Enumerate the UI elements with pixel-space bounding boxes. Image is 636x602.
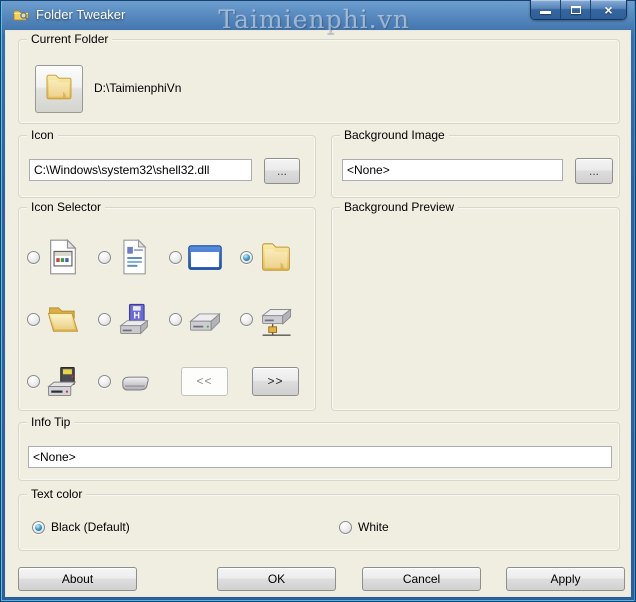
hdd-floppy-icon: H	[114, 299, 154, 339]
icon-option-folder-closed-icon[interactable]	[240, 226, 311, 288]
radio-document-icon[interactable]	[98, 250, 111, 264]
maximize-icon	[570, 5, 581, 14]
text-color-option-black[interactable]: Black (Default)	[32, 520, 130, 534]
window-icon	[185, 237, 225, 277]
icon-option-removable-drive-icon[interactable]	[98, 350, 169, 412]
removable-drive-icon	[114, 361, 154, 401]
folder-open-icon	[43, 299, 83, 339]
current-folder-path: D:\TaimienphiVn	[94, 81, 182, 95]
maximize-button[interactable]	[561, 0, 591, 19]
background-image-group: Background Image ...	[331, 128, 620, 198]
current-folder-group: Current Folder D:\TaimienphiVn	[18, 32, 620, 124]
prev-icons-cell: <<	[169, 350, 240, 412]
radio-window-icon[interactable]	[169, 250, 182, 264]
cancel-button[interactable]: Cancel	[362, 567, 481, 591]
minimize-button[interactable]	[531, 0, 561, 19]
background-preview-label: Background Preview	[340, 200, 459, 214]
radio-network-drive-icon[interactable]	[240, 312, 253, 326]
close-icon: ×	[604, 1, 613, 18]
icon-selector-label: Icon Selector	[27, 200, 106, 214]
radio-folder-closed-icon[interactable]	[240, 250, 253, 264]
prev-icons-button[interactable]: <<	[181, 366, 228, 396]
floppy-drive-icon	[43, 361, 83, 401]
icon-browse-button[interactable]: ...	[264, 158, 300, 184]
background-image-browse-button[interactable]: ...	[575, 158, 613, 184]
folder-tweaker-window: Folder Tweaker × Taimienphi.vn Current F…	[0, 0, 636, 602]
white-radio[interactable]	[339, 520, 352, 534]
radio-folder-open-icon[interactable]	[27, 312, 40, 326]
folder-icon	[42, 70, 76, 109]
apply-button[interactable]: Apply	[506, 567, 625, 591]
black-radio-label: Black (Default)	[51, 520, 130, 534]
radio-removable-drive-icon[interactable]	[98, 374, 111, 388]
icon-option-folder-open-icon[interactable]	[27, 288, 98, 350]
icon-option-floppy-drive-icon[interactable]	[27, 350, 98, 412]
icon-selector-group: Icon Selector H << >>	[18, 200, 316, 412]
white-radio-label: White	[358, 520, 389, 534]
icon-option-hdd-floppy-icon[interactable]: H	[98, 288, 169, 350]
background-image-input[interactable]	[342, 159, 563, 181]
icon-option-window-icon[interactable]	[169, 226, 240, 288]
hdd-icon	[185, 299, 225, 339]
network-drive-icon	[256, 299, 296, 339]
background-image-label: Background Image	[340, 128, 449, 142]
close-button[interactable]: ×	[591, 0, 626, 19]
icon-selector-grid: H << >>	[27, 226, 311, 412]
radio-hdd-floppy-icon[interactable]	[98, 312, 111, 326]
radio-application-file-icon[interactable]	[27, 250, 40, 264]
radio-hdd-icon[interactable]	[169, 312, 182, 326]
text-color-option-white[interactable]: White	[339, 520, 389, 534]
about-button[interactable]: About	[18, 567, 137, 591]
current-folder-label: Current Folder	[27, 32, 113, 46]
application-file-icon	[43, 237, 83, 277]
svg-text:H: H	[134, 310, 140, 320]
folder-closed-icon	[256, 237, 296, 277]
icon-option-hdd-icon[interactable]	[169, 288, 240, 350]
radio-floppy-drive-icon[interactable]	[27, 374, 40, 388]
document-icon	[114, 237, 154, 277]
icon-path-input[interactable]	[29, 159, 252, 181]
info-tip-input[interactable]	[28, 446, 612, 468]
black-radio[interactable]	[32, 520, 45, 534]
dialog-body: Current Folder D:\TaimienphiVn Icon C:\W…	[5, 30, 631, 597]
icon-group-label: Icon	[27, 128, 58, 142]
icon-option-network-drive-icon[interactable]	[240, 288, 311, 350]
text-color-label: Text color	[27, 487, 87, 501]
icon-option-application-file-icon[interactable]	[27, 226, 98, 288]
app-folder-tool-icon	[13, 7, 29, 23]
icon-group: Icon ...	[18, 128, 316, 198]
current-folder-button[interactable]	[35, 65, 83, 113]
titlebar[interactable]: Folder Tweaker ×	[0, 0, 636, 30]
next-icons-cell: >>	[240, 350, 311, 412]
next-icons-button[interactable]: >>	[252, 366, 299, 396]
text-color-group: Text color Black (Default) White	[18, 487, 620, 551]
info-tip-label: Info Tip	[27, 415, 75, 429]
ok-button[interactable]: OK	[217, 567, 336, 591]
info-tip-group: Info Tip	[18, 415, 620, 481]
window-title: Folder Tweaker	[36, 7, 126, 22]
minimize-icon	[540, 11, 551, 14]
window-controls: ×	[530, 0, 627, 20]
background-preview-group: Background Preview	[331, 200, 620, 411]
icon-option-document-icon[interactable]	[98, 226, 169, 288]
